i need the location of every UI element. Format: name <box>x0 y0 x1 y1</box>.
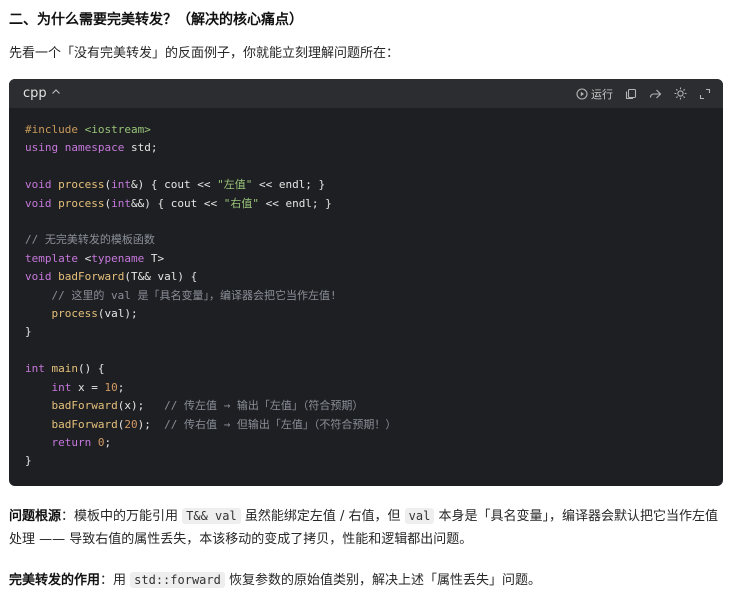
para-text: ：用 <box>100 573 131 588</box>
code-content: #include <iostream> using namespace std;… <box>9 108 723 471</box>
inline-code: val <box>404 508 435 524</box>
code-comment: // 这里的 val 是「具名变量」，编译器会把它当作左值! <box>25 288 337 302</box>
para-text: ：模板中的万能引用 <box>61 509 183 524</box>
inline-code: T&& val <box>182 508 241 524</box>
chevron-up-icon <box>51 87 61 100</box>
code-comment: // 无完美转发的模板函数 <box>25 233 155 247</box>
language-label: cpp <box>23 86 47 101</box>
para-text: 恢复参数的原始值类别，解决上述「属性丢失」问题。 <box>224 573 541 588</box>
intro-text: 先看一个「没有完美转发」的反面例子，你就能立刻理解问题所在： <box>9 46 400 61</box>
run-icon <box>576 87 588 100</box>
page: 二、为什么需要完美转发？（解决的核心痛点） 先看一个「没有完美转发」的反面例子，… <box>0 0 740 603</box>
share-icon <box>649 88 662 100</box>
theme-button[interactable] <box>674 87 687 100</box>
code-line: process(val); <box>51 307 138 321</box>
code-line: void process(int&) { cout << "左值" << end… <box>25 178 326 192</box>
inline-code: std::forward <box>130 572 225 588</box>
language-selector[interactable]: cpp <box>23 86 61 101</box>
code-block-header: cpp 运行 <box>9 79 723 108</box>
run-button[interactable]: 运行 <box>576 86 613 102</box>
code-line: using namespace std; <box>25 141 158 155</box>
expand-button[interactable] <box>699 88 711 100</box>
code-line: void badForward(T&& val) { <box>25 270 198 284</box>
problem-root-paragraph: 问题根源：模板中的万能引用 T&& val 虽然能绑定左值 / 右值，但 val… <box>9 505 727 551</box>
code-line: badForward(x); // 传左值 → 输出「左值」（符合预期） <box>51 399 364 413</box>
code-line: return 0; <box>51 435 112 449</box>
code-line: template <typename T> <box>25 251 165 265</box>
code-line: int x = 10; <box>51 380 125 394</box>
copy-button[interactable] <box>625 88 637 100</box>
code-line: } <box>25 325 32 339</box>
code-line: void process(int&&) { cout << "右值" << en… <box>25 196 332 210</box>
para-text: 虽然能绑定左值 / 右值，但 <box>240 509 405 524</box>
theme-icon <box>674 87 687 100</box>
share-button[interactable] <box>649 88 662 100</box>
copy-icon <box>625 88 637 100</box>
code-line: } <box>25 454 32 468</box>
run-label: 运行 <box>591 87 613 101</box>
expand-icon <box>699 88 711 100</box>
perfect-forward-paragraph: 完美转发的作用：用 std::forward 恢复参数的原始值类别，解决上述「属… <box>9 569 727 592</box>
code-toolbar: 运行 <box>576 86 711 102</box>
code-line: int main() { <box>25 362 105 376</box>
perfect-forward-title: 完美转发的作用 <box>9 573 101 588</box>
problem-root-title: 问题根源 <box>9 509 62 524</box>
code-line: #include <iostream> <box>25 123 151 136</box>
code-block: cpp 运行 #include <iostream> using namespa… <box>9 79 723 486</box>
code-line: badForward(20); // 传右值 → 但输出「左值」（不符合预期！） <box>51 417 397 431</box>
section-heading: 二、为什么需要完美转发？（解决的核心痛点） <box>9 12 303 28</box>
